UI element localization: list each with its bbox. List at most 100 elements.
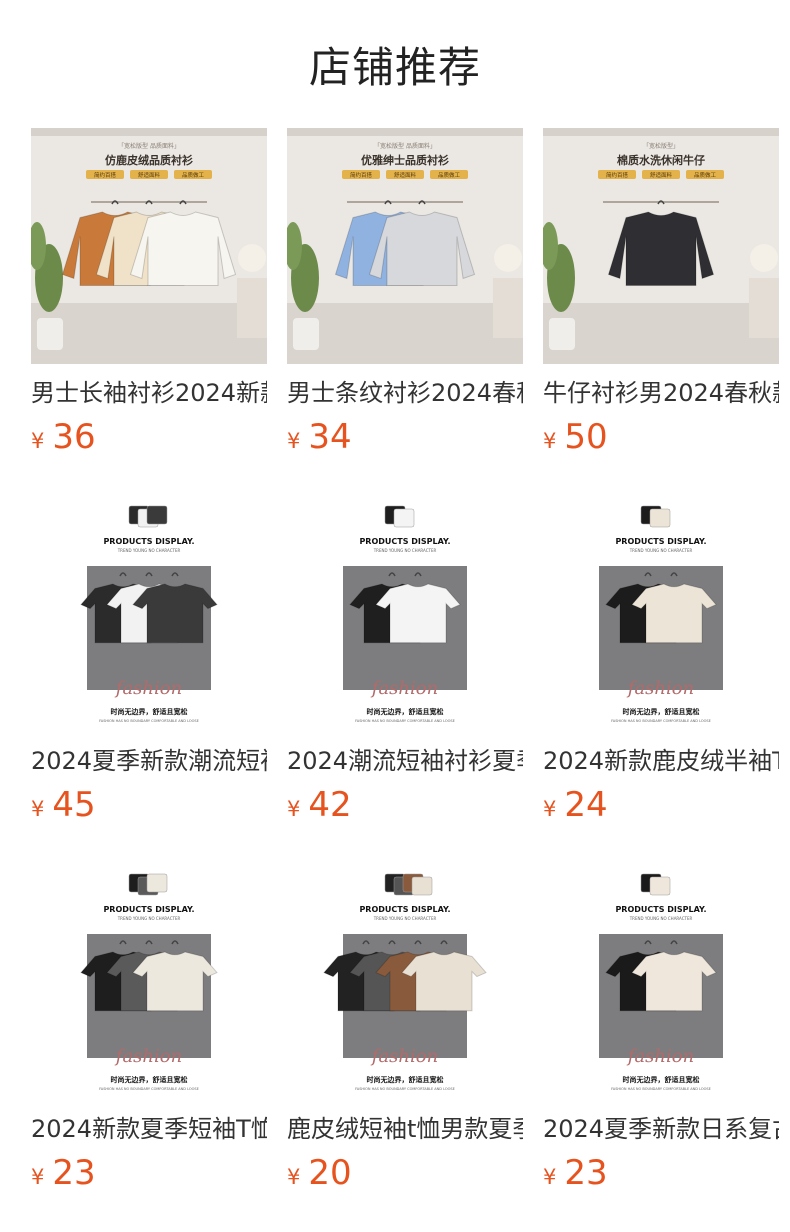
product-name[interactable]: 2024夏季新款潮流短袖衬衫 [31,745,267,777]
price-line: ¥ 36 [31,417,267,457]
product-image[interactable]: 「宽松版型 品质面料」 仿鹿皮绒品质衬衫 简约百搭 舒适面料 品质做工 [31,128,267,364]
product-image[interactable]: PRODUCTS DISPLAY. TREND YOUNG NO CHARACTE… [287,496,523,732]
price-line: ¥ 23 [31,1153,267,1193]
product-grid: 「宽松版型 品质面料」仿鹿皮绒品质衬衫简约百搭 舒适面料 品质做工 男士长袖衬衫20… [0,128,790,1232]
product-card[interactable]: PRODUCTS DISPLAY. TREND YOUNG NO CHARACTE… [31,864,267,1232]
product-price: 42 [308,785,352,825]
image-top-note: 「宽松版型」 [643,142,679,150]
image-tag-text: 舒适面料 [138,171,161,179]
product-card[interactable]: PRODUCTS DISPLAY. TREND YOUNG NO CHARACTE… [543,496,779,864]
product-row: PRODUCTS DISPLAY. TREND YOUNG NO CHARACTE… [31,864,790,1232]
script-word: fashion [626,678,694,699]
image-caption: 时尚无边界，舒适且宽松 [623,707,700,716]
product-price: 20 [308,1153,352,1193]
script-word: fashion [370,678,438,699]
image-caption: 时尚无边界，舒适且宽松 [623,1075,700,1084]
product-card[interactable]: PRODUCTS DISPLAY. TREND YOUNG NO CHARACTE… [287,496,523,864]
script-word: fashion [626,1046,694,1067]
folded-shirts-icon [384,505,415,528]
product-name[interactable]: 男士长袖衬衫2024新款 [31,377,267,409]
product-row: PRODUCTS DISPLAY. TREND YOUNG NO CHARACTE… [31,496,790,864]
image-top-edge [31,128,267,136]
display-subtitle: TREND YOUNG NO CHARACTER [117,548,181,553]
product-image[interactable]: 「宽松版型 品质面料」 优雅绅士品质衬衫 简约百搭 舒适面料 品质做工 [287,128,523,364]
image-top-note: 「宽松版型 品质面料」 [374,142,436,150]
side-decor [749,278,779,338]
currency-symbol: ¥ [31,429,45,453]
script-word: fashion [370,1046,438,1067]
product-name[interactable]: 2024夏季新款日系复古T恤 [543,1113,779,1145]
currency-symbol: ¥ [31,797,45,821]
display-subtitle: TREND YOUNG NO CHARACTER [373,916,437,921]
display-subtitle: TREND YOUNG NO CHARACTER [373,548,437,553]
folded-shirt [649,508,671,528]
product-image[interactable]: PRODUCTS DISPLAY. TREND YOUNG NO CHARACTE… [31,496,267,732]
product-price: 23 [564,1153,608,1193]
product-image[interactable]: PRODUCTS DISPLAY. TREND YOUNG NO CHARACTE… [287,864,523,1100]
product-name[interactable]: 鹿皮绒短袖t恤男款夏季 [287,1113,523,1145]
image-tag-text: 品质做工 [694,171,717,179]
script-word: fashion [114,678,182,699]
product-price: 34 [308,417,352,457]
price-line: ¥ 34 [287,417,523,457]
lamp-shade [494,244,522,272]
image-floor [31,303,267,364]
product-name[interactable]: 2024潮流短袖衬衫夏季男 [287,745,523,777]
product-image-svg: 「宽松版型 品质面料」优雅绅士品质衬衫简约百搭 舒适面料 品质做工 [287,128,523,364]
image-caption-sub: FASHION HAS NO BOUNDARY COMFORTABLE AND … [355,719,455,723]
side-decor [493,278,523,338]
product-name[interactable]: 2024新款夏季短袖T恤男 [31,1113,267,1145]
folded-shirts-icon [640,873,671,896]
image-top-edge [543,128,779,136]
image-tag-text: 简约百搭 [94,171,117,179]
price-line: ¥ 20 [287,1153,523,1193]
product-image-svg: PRODUCTS DISPLAY. TREND YOUNG NO CHARACTE… [543,496,779,732]
product-price: 50 [564,417,608,457]
lamp-shade [750,244,778,272]
product-card[interactable]: PRODUCTS DISPLAY. TREND YOUNG NO CHARACTE… [287,864,523,1232]
display-title: PRODUCTS DISPLAY. [615,537,706,546]
currency-symbol: ¥ [543,797,557,821]
currency-symbol: ¥ [287,1165,301,1189]
image-caption-sub: FASHION HAS NO BOUNDARY COMFORTABLE AND … [611,719,711,723]
image-tag-text: 品质做工 [182,171,205,179]
product-card[interactable]: PRODUCTS DISPLAY. TREND YOUNG NO CHARACTE… [543,864,779,1232]
product-name[interactable]: 男士条纹衬衫2024春秋 [287,377,523,409]
display-subtitle: TREND YOUNG NO CHARACTER [629,548,693,553]
display-title: PRODUCTS DISPLAY. [359,905,450,914]
image-caption: 时尚无边界，舒适且宽松 [111,707,188,716]
price-line: ¥ 42 [287,785,523,825]
product-image[interactable]: 「宽松版型」 棉质水洗休闲牛仔 简约百搭 舒适面料 品质做工 [543,128,779,364]
product-card[interactable]: 「宽松版型 品质面料」 仿鹿皮绒品质衬衫 简约百搭 舒适面料 品质做工 男士长袖衬衫20… [31,128,267,496]
product-image-svg: PRODUCTS DISPLAY. TREND YOUNG NO CHARACTE… [31,864,267,1100]
product-row: 「宽松版型 品质面料」仿鹿皮绒品质衬衫简约百搭 舒适面料 品质做工 男士长袖衬衫20… [31,128,790,496]
product-image-svg: PRODUCTS DISPLAY. TREND YOUNG NO CHARACTE… [287,496,523,732]
product-card[interactable]: 「宽松版型」 棉质水洗休闲牛仔 简约百搭 舒适面料 品质做工 牛仔衬衫男2024春秋款 … [543,128,779,496]
display-title: PRODUCTS DISPLAY. [615,905,706,914]
currency-symbol: ¥ [543,429,557,453]
image-top-edge [287,128,523,136]
product-image[interactable]: PRODUCTS DISPLAY. TREND YOUNG NO CHARACTE… [543,864,779,1100]
image-caption: 时尚无边界，舒适且宽松 [111,1075,188,1084]
product-image-svg: PRODUCTS DISPLAY. TREND YOUNG NO CHARACTE… [543,864,779,1100]
folded-shirts-icon [128,873,168,896]
product-image-svg: PRODUCTS DISPLAY. TREND YOUNG NO CHARACTE… [31,496,267,732]
price-line: ¥ 50 [543,417,779,457]
folded-shirts-icon [384,873,433,896]
image-title: 仿鹿皮绒品质衬衫 [105,153,193,167]
currency-symbol: ¥ [287,429,301,453]
product-image[interactable]: PRODUCTS DISPLAY. TREND YOUNG NO CHARACTE… [543,496,779,732]
product-image[interactable]: PRODUCTS DISPLAY. TREND YOUNG NO CHARACTE… [31,864,267,1100]
image-tag-text: 简约百搭 [350,171,373,179]
product-card[interactable]: PRODUCTS DISPLAY. TREND YOUNG NO CHARACTE… [31,496,267,864]
product-card[interactable]: 「宽松版型 品质面料」 优雅绅士品质衬衫 简约百搭 舒适面料 品质做工 男士条纹衬衫20… [287,128,523,496]
folded-shirt [649,876,671,896]
folded-shirt [146,505,168,525]
product-name[interactable]: 牛仔衬衫男2024春秋款 [543,377,779,409]
currency-symbol: ¥ [31,1165,45,1189]
price-line: ¥ 45 [31,785,267,825]
folded-shirts-icon [128,505,168,528]
image-caption: 时尚无边界，舒适且宽松 [367,707,444,716]
product-name[interactable]: 2024新款鹿皮绒半袖T恤 [543,745,779,777]
lamp-shade [238,244,266,272]
